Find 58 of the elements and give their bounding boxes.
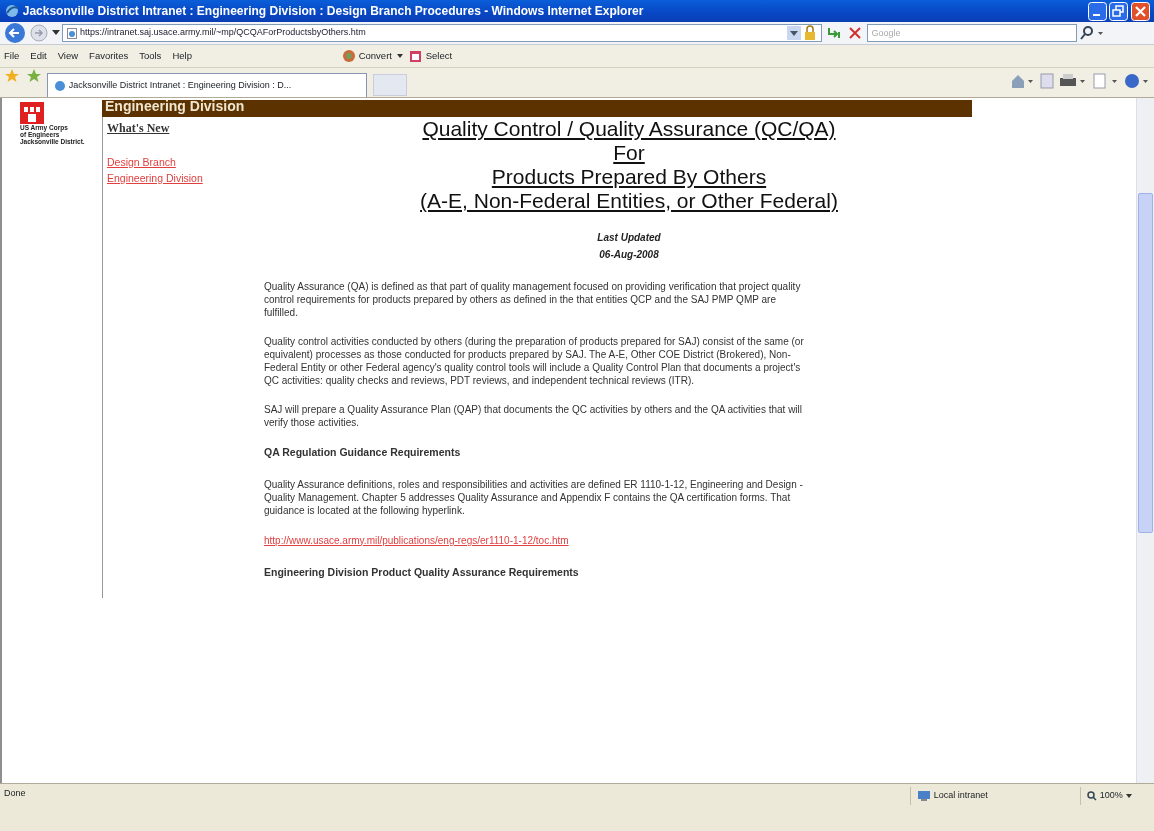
- status-text: Done: [4, 787, 27, 800]
- browser-tab[interactable]: Jacksonville District Intranet : Engineering Division : D...: [47, 73, 367, 97]
- paragraph: Quality Assurance (QA) is defined as that part of quality management focused on providing verification that project quality control requirements for products prepared by others as defined in the that entities QCP and the SAJ PMP QMP are fulfilled.: [264, 280, 802, 319]
- scrollbar[interactable]: [1136, 98, 1154, 783]
- sidebar-link[interactable]: Engineering Division: [107, 170, 268, 187]
- dropdown-icon[interactable]: [786, 26, 801, 40]
- updated-label: Last Updated: [597, 232, 661, 243]
- lock-icon: [803, 25, 818, 41]
- paragraph: SAJ will prepare a Quality Assurance Plan (QAP) that documents the QC activities by others and the QA activities that will verify those activities.: [264, 403, 804, 429]
- refresh-icon[interactable]: [825, 25, 843, 41]
- dropdown-icon[interactable]: [1125, 794, 1132, 798]
- updated-date: 06-Aug-2008: [599, 248, 659, 260]
- browser-icon: [4, 3, 20, 19]
- search-icon[interactable]: [1079, 25, 1106, 41]
- sidebar-link[interactable]: Design Branch: [107, 155, 268, 171]
- zone-text: Local intranet: [933, 789, 988, 803]
- home-icon[interactable]: [1010, 73, 1034, 89]
- paragraph: Quality control activities conducted by others (during the preparation of products prepared for SAJ) consist of the same (or equivalent) processes as those conducted for products prepared by SAJ. The A-E, Other COE District (Brokered), Non-Federal Entity or other Federal agency's quality control tools will include a Quality Control Plan that documents a project's QC activities: quality checks and reviews, PDT reviews, and independent technical reviews (ITR).: [264, 335, 805, 387]
- sidebar-link[interactable]: What's New: [107, 119, 268, 137]
- restore-icon[interactable]: [1109, 1, 1129, 21]
- zoom-level[interactable]: 100%: [1099, 789, 1123, 803]
- menu-item[interactable]: Tools: [139, 48, 162, 64]
- select-button[interactable]: Select: [408, 48, 453, 64]
- window-title: Jacksonville District Intranet : Engineering Division : Design Branch Procedures - Windows Internet Explorer: [22, 3, 645, 20]
- section-heading: QA Regulation Guidance Requirements: [264, 445, 462, 460]
- search-field[interactable]: Google: [866, 24, 1077, 42]
- minimize-icon[interactable]: [1087, 1, 1107, 21]
- menu-item[interactable]: File: [4, 48, 20, 64]
- dropdown-icon[interactable]: [51, 30, 60, 36]
- page-menu-icon[interactable]: [1092, 73, 1119, 89]
- convert-icon: [341, 49, 356, 63]
- menu-item[interactable]: Help: [172, 48, 192, 64]
- address-field[interactable]: https://intranet.saj.usace.army.mil/~mp/QCQAForProductsbyOthers.htm: [62, 24, 823, 42]
- star-icon[interactable]: [4, 68, 20, 84]
- paragraph: Quality Assurance definitions, roles and responsibilities and activities are defined ER 1110-1-12, Engineering and Design - Quality Management. Chapter 5 addresses Quality Assurance and Appendix F contains the QA certification forms. That guidance is located at the following hyperlink.: [264, 477, 804, 517]
- dropdown-icon[interactable]: [397, 54, 404, 58]
- menu-item[interactable]: Edit: [30, 48, 47, 64]
- page-icon: [67, 27, 78, 39]
- page-heading: Quality Control / Quality Assurance (QC/QA): [422, 117, 836, 140]
- printer-icon[interactable]: [1059, 73, 1087, 89]
- section-banner: Engineering Division: [102, 100, 972, 117]
- hyperlink[interactable]: http://www.usace.army.mil/publications/eng-regs/er1110-1-12/toc.htm: [264, 534, 569, 546]
- page-heading: (A-E, Non-Federal Entities, or Other Federal): [420, 189, 838, 212]
- menu-item[interactable]: Favorites: [89, 48, 129, 64]
- page-heading: Products Prepared By Others: [491, 165, 767, 188]
- back-icon[interactable]: [4, 22, 26, 44]
- page-heading: For: [613, 141, 645, 164]
- scroll-thumb[interactable]: [1138, 193, 1153, 533]
- convert-button[interactable]: Convert: [341, 48, 392, 64]
- close-icon[interactable]: [1131, 1, 1150, 21]
- network-icon: [917, 790, 931, 802]
- castle-logo-icon: [20, 102, 44, 124]
- menu-item[interactable]: View: [57, 48, 79, 64]
- select-icon: [408, 49, 423, 63]
- section-heading: Engineering Division Product Quality Assurance Requirements: [264, 564, 580, 580]
- help-icon[interactable]: [1124, 73, 1150, 89]
- page-icon: [54, 79, 66, 92]
- zoom-icon[interactable]: [1087, 791, 1097, 801]
